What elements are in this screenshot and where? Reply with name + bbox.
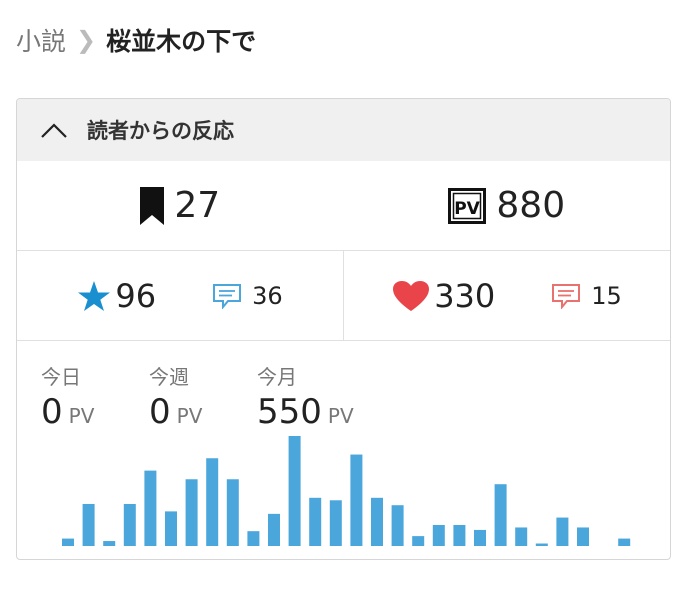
- reactions-panel: 読者からの反応 27 PV 880 96 36 330 15 今日 0 PV 今…: [16, 98, 671, 560]
- star-comment-count: 36: [252, 281, 283, 310]
- pv-bar: [391, 505, 404, 546]
- pv-bar: [165, 511, 177, 546]
- pv-bar: [185, 479, 198, 546]
- svg-text:PV: PV: [455, 199, 481, 219]
- pv-bar: [453, 524, 466, 546]
- pv-bar: [82, 503, 95, 546]
- pv-today-value: 0: [41, 392, 63, 432]
- pv-bar: [123, 503, 136, 546]
- panel-title: 読者からの反応: [87, 119, 234, 143]
- pv-bar: [577, 527, 589, 546]
- pv-bar: [206, 458, 219, 546]
- pv-bar: [268, 513, 280, 546]
- pv-bar: [144, 470, 157, 546]
- bookmark-icon: [140, 186, 165, 225]
- star-icon: [78, 280, 111, 311]
- pv-total-count: 880: [496, 185, 566, 226]
- pv-today-label: 今日: [41, 365, 81, 389]
- pv-month-label: 今月: [257, 365, 297, 389]
- pv-month: 今月 550 PV: [257, 361, 354, 432]
- breadcrumb: 小説 ❯ 桜並木の下で: [16, 22, 256, 58]
- pv-bar: [350, 454, 363, 546]
- pv-icon: PV: [448, 187, 487, 224]
- pv-bar: [556, 517, 569, 546]
- pv-bar: [515, 527, 528, 546]
- bookmark-count: 27: [174, 185, 221, 226]
- pv-bar: [371, 497, 383, 546]
- pv-section: 今日 0 PV 今週 0 PV 今月 550 PV: [17, 341, 670, 559]
- pv-bar: [309, 497, 322, 546]
- like-comment-count: 15: [591, 281, 622, 310]
- pv-stat: PV 880: [344, 161, 671, 250]
- pv-unit: PV: [327, 404, 354, 428]
- pv-bar: [226, 479, 239, 546]
- pv-bar: [535, 543, 548, 546]
- pv-week: 今週 0 PV: [149, 361, 202, 432]
- pv-bar: [618, 538, 631, 546]
- pv-bar: [62, 538, 74, 546]
- pv-bar: [474, 529, 486, 546]
- reaction-row: 96 36 330 15: [17, 251, 670, 341]
- pv-bar: [412, 536, 425, 546]
- comment-icon: [213, 283, 242, 309]
- heart-icon: [393, 280, 430, 311]
- page-title: 桜並木の下で: [106, 27, 257, 56]
- pv-unit: PV: [68, 404, 95, 428]
- pv-month-value: 550: [257, 392, 322, 432]
- pv-week-value: 0: [149, 392, 171, 432]
- pv-bar: [329, 500, 342, 546]
- heart-stats: 330 15: [343, 251, 670, 340]
- comment-icon: [552, 283, 581, 309]
- breadcrumb-novel-link[interactable]: 小説: [16, 22, 66, 58]
- panel-header[interactable]: 読者からの反応: [17, 99, 670, 161]
- pv-today: 今日 0 PV: [41, 361, 94, 432]
- totals-row: 27 PV 880: [17, 161, 670, 251]
- pv-bar: [103, 541, 116, 546]
- pv-bar: [247, 531, 260, 546]
- pv-unit: PV: [176, 404, 203, 428]
- star-count: 96: [115, 276, 157, 315]
- star-stats: 96 36: [17, 251, 343, 340]
- pv-week-label: 今週: [149, 365, 189, 389]
- pv-bar: [494, 484, 507, 546]
- bookmark-stat: 27: [17, 161, 344, 250]
- chevron-up-icon[interactable]: [39, 121, 69, 139]
- chevron-right-icon: ❯: [76, 26, 97, 54]
- like-count: 330: [434, 276, 496, 315]
- pv-bar: [288, 436, 301, 546]
- pv-bar: [432, 524, 445, 546]
